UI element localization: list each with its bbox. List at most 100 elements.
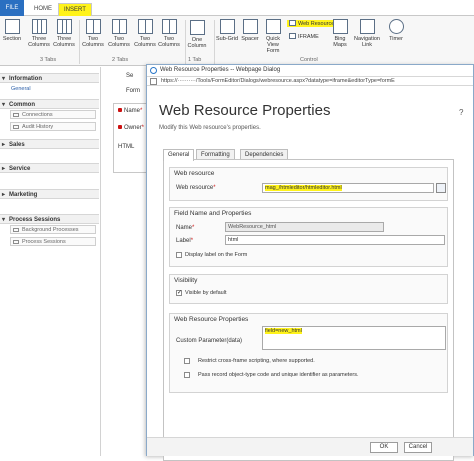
browse-icon[interactable] [436,183,446,193]
name-label: Name* [176,225,195,231]
visible-by-default-text: Visible by default [185,290,227,296]
page-icon [150,78,157,85]
ribbon-tabbar: FILE HOME INSERT [0,0,474,16]
help-button[interactable]: ? [459,108,463,117]
tab-insert[interactable]: INSERT [58,3,92,16]
three-columns-button[interactable]: Three Columns [28,19,50,48]
required-marker: * [140,108,143,114]
timer-button[interactable]: Timer [385,19,407,42]
general-tab-panel: Web resource Web resource* mag_/htmledit… [163,159,454,461]
quick-view-form-icon [265,19,281,34]
two-columns-icon [137,19,153,34]
ok-button[interactable]: OK [370,442,398,453]
nav-item-background-processes[interactable]: Background Processes [10,225,96,234]
section-title: Field Name and Properties [174,210,252,217]
dialog-footer: OK Cancel [147,437,473,456]
restrict-scripting-checkbox[interactable] [184,358,190,364]
nav-section-sales[interactable]: Sales [0,139,99,150]
form-section-label: Se [126,73,134,79]
spacer-icon [242,19,258,34]
two-columns-button-4[interactable]: Two Columns [158,19,180,48]
display-label-text: Display label on the Form [185,252,248,258]
nav-section-process-sessions[interactable]: Process Sessions [0,214,99,225]
dialog-heading: Web Resource Properties [159,102,331,119]
process-sessions-icon [13,240,19,244]
custom-parameter-label: Custom Parameter(data) [176,338,243,344]
dialog-subheading: Modify this Web resource's properties. [159,125,261,131]
nav-item-process-sessions[interactable]: Process Sessions [10,237,96,246]
required-marker: * [141,125,145,131]
nav-item-connections[interactable]: Connections [10,110,96,119]
navigation-link-icon [359,19,375,34]
map-icon [332,19,348,34]
form-label: Form [126,88,140,94]
restrict-scripting-text: Restrict cross-frame scripting, where su… [198,358,315,364]
web-resource-input[interactable]: mag_/htmleditor/htmleditor.html [262,183,434,193]
label-label: Label* [176,238,194,244]
section-title: Web resource [174,170,215,177]
web-resource-icon [289,20,296,26]
tab-home[interactable]: HOME [29,3,57,16]
nav-section-service[interactable]: Service [0,163,99,174]
three-columns-icon [56,19,72,34]
dialog-url-bar: https://··········/Tools/FormEditor/Dial… [147,76,473,86]
background-processes-icon [13,228,19,232]
custom-parameter-input[interactable]: field=new_html [262,326,446,350]
timer-icon [388,19,404,34]
navigation-link-button[interactable]: Navigation Link [352,19,382,48]
sub-grid-button[interactable]: Sub-Grid [216,19,238,42]
ribbon-separator [214,20,215,64]
required-marker: * [190,238,194,244]
lock-icon [118,125,122,129]
web-resource-properties-section: Web Resource Properties Custom Parameter… [169,313,448,393]
two-columns-button[interactable]: Two Columns [82,19,104,48]
ribbon-separator [79,20,80,64]
group-label-control: Control [300,57,318,63]
bing-maps-button[interactable]: Bing Maps [328,19,352,48]
nav-item-audit-history[interactable]: Audit History [10,122,96,131]
group-label-2-tabs: 2 Tabs [112,57,129,63]
form-field-name[interactable]: Name* [118,108,142,114]
form-field-owner[interactable]: Owner* [118,125,144,131]
visible-by-default-checkbox[interactable] [176,289,182,296]
two-columns-icon [85,19,101,34]
ribbon: Section Three Columns Three Columns 3 Ta… [0,16,474,66]
pass-record-text: Pass record object-type code and unique … [198,372,359,378]
cancel-button[interactable]: Cancel [404,442,432,453]
one-column-icon [189,20,205,35]
sub-grid-icon [219,19,235,34]
nav-section-marketing[interactable]: Marketing [0,189,99,200]
required-marker: * [192,225,195,231]
name-input: WebResource_html [225,222,384,232]
quick-view-form-button[interactable]: Quick View Form [262,19,284,54]
two-columns-icon [111,19,127,34]
section-button[interactable]: Section [2,19,22,42]
three-columns-icon [31,19,47,34]
nav-section-common[interactable]: Common [0,99,99,110]
nav-section-information[interactable]: Information [0,73,99,84]
label-input[interactable]: html [225,235,445,245]
web-resource-properties-dialog: Web Resource Properties -- Webpage Dialo… [146,64,474,461]
lock-icon [118,108,122,112]
tab-general[interactable]: General [163,149,195,161]
audit-history-icon [13,125,19,129]
group-label-1-tab: 1 Tab [188,57,202,63]
spacer-button[interactable]: Spacer [240,19,260,42]
display-label-checkbox[interactable] [176,252,182,258]
iframe-button[interactable]: IFRAME [289,33,319,40]
two-columns-button-3[interactable]: Two Columns [134,19,156,48]
pass-record-checkbox[interactable] [184,372,190,378]
nav-item-general[interactable]: General [4,84,96,93]
dialog-title-bar: Web Resource Properties -- Webpage Dialo… [147,65,473,76]
web-resource-section: Web resource Web resource* mag_/htmledit… [169,167,448,201]
one-column-button[interactable]: One Column [186,20,208,49]
field-name-section: Field Name and Properties Name* WebResou… [169,207,448,267]
browser-icon [150,67,157,74]
section-title: Visibility [174,277,198,284]
form-navigation: Information General Common Connections A… [0,67,101,456]
two-columns-button-2[interactable]: Two Columns [108,19,130,48]
tab-file[interactable]: FILE [0,0,24,16]
section-title: Web Resource Properties [174,316,249,323]
form-field-html[interactable]: HTML [118,144,134,150]
three-columns-button-2[interactable]: Three Columns [53,19,75,48]
